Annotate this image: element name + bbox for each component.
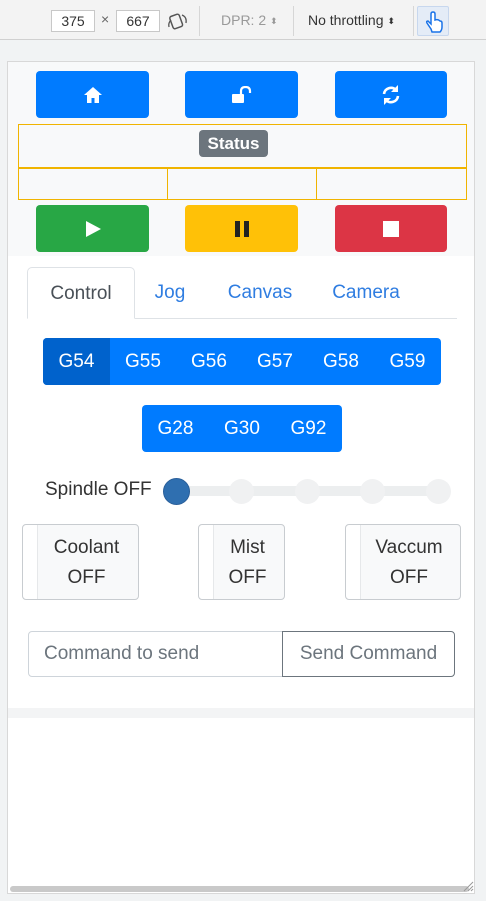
refresh-button[interactable] — [335, 71, 447, 118]
dpr-label: DPR: 2 — [221, 12, 267, 28]
refresh-icon — [382, 84, 400, 105]
home-icon — [83, 86, 102, 103]
spindle-slider-thumb[interactable] — [163, 478, 190, 505]
horizontal-scrollbar[interactable] — [10, 886, 469, 892]
throttling-select[interactable]: No throttling ⬍ — [308, 12, 395, 28]
spindle-label: Spindle OFF — [45, 479, 152, 500]
dimension-separator: × — [101, 11, 110, 27]
command-input[interactable]: Command to send — [28, 631, 283, 677]
status-badge: Status — [199, 130, 268, 157]
vaccum-state: OFF — [390, 567, 428, 588]
tab-bar: Control Jog Canvas Camera — [27, 267, 457, 319]
wcs-g59-button[interactable]: G59 — [374, 338, 441, 385]
chevron-updown-icon: ⬍ — [270, 15, 278, 26]
g30-button[interactable]: G30 — [209, 405, 275, 452]
status-cell — [18, 168, 168, 200]
rotate-icon[interactable] — [167, 12, 189, 30]
g28-button[interactable]: G28 — [142, 405, 209, 452]
dpr-select[interactable]: DPR: 2 ⬍ — [221, 12, 278, 28]
play-icon — [85, 220, 101, 237]
tab-camera[interactable]: Camera — [320, 267, 412, 319]
spindle-slider-stop[interactable] — [295, 479, 320, 504]
spindle-slider-stop[interactable] — [360, 479, 385, 504]
viewport-height-input[interactable]: 667 — [116, 10, 160, 32]
footer-divider — [8, 708, 474, 718]
play-button[interactable] — [36, 205, 149, 252]
send-command-button[interactable]: Send Command — [282, 631, 455, 677]
tab-control[interactable]: Control — [27, 267, 135, 319]
toolbar-divider — [199, 6, 200, 36]
toggle-indicator — [23, 525, 38, 599]
toggle-indicator — [199, 525, 214, 599]
g92-button[interactable]: G92 — [275, 405, 342, 452]
unlock-icon — [231, 85, 251, 103]
wcs-g58-button[interactable]: G58 — [308, 338, 374, 385]
vaccum-label: Vaccum — [375, 537, 443, 558]
toolbar-divider — [413, 6, 414, 36]
touch-pointer-icon — [425, 11, 443, 33]
unlock-button[interactable] — [185, 71, 298, 118]
status-cell — [167, 168, 317, 200]
toggle-indicator — [346, 525, 361, 599]
vaccum-toggle[interactable]: Vaccum OFF — [345, 524, 461, 600]
home-button[interactable] — [36, 71, 149, 118]
resize-handle-icon[interactable] — [462, 880, 474, 892]
wcs-g56-button[interactable]: G56 — [176, 338, 242, 385]
tab-jog[interactable]: Jog — [142, 267, 198, 319]
mist-toggle[interactable]: Mist OFF — [198, 524, 285, 600]
touch-toggle-button[interactable] — [417, 6, 449, 36]
status-cell — [316, 168, 467, 200]
wcs-g54-button[interactable]: G54 — [43, 338, 110, 385]
wcs-button-group: G54 G55 G56 G57 G58 G59 — [43, 338, 441, 385]
stop-icon — [383, 220, 399, 237]
coolant-toggle[interactable]: Coolant OFF — [22, 524, 139, 600]
stop-button[interactable] — [335, 205, 447, 252]
toolbar-divider — [293, 6, 294, 36]
coolant-label: Coolant — [53, 537, 120, 558]
devtools-toolbar: 375 × 667 DPR: 2 ⬍ No throttling ⬍ — [0, 0, 486, 40]
chevron-updown-icon: ⬍ — [387, 15, 395, 26]
wcs-g57-button[interactable]: G57 — [242, 338, 308, 385]
pause-button[interactable] — [185, 205, 298, 252]
pause-icon — [234, 220, 249, 237]
tab-canvas[interactable]: Canvas — [219, 267, 301, 319]
wcs-g55-button[interactable]: G55 — [110, 338, 176, 385]
home-position-group: G28 G30 G92 — [142, 405, 342, 452]
spindle-slider-stop[interactable] — [426, 479, 451, 504]
spindle-slider-stop[interactable] — [229, 479, 254, 504]
device-viewport: Status Control Jog Canvas Camera G54 G55… — [7, 61, 475, 894]
viewport-width-input[interactable]: 375 — [51, 10, 95, 32]
throttling-label: No throttling — [308, 12, 384, 28]
coolant-state: OFF — [67, 567, 106, 588]
